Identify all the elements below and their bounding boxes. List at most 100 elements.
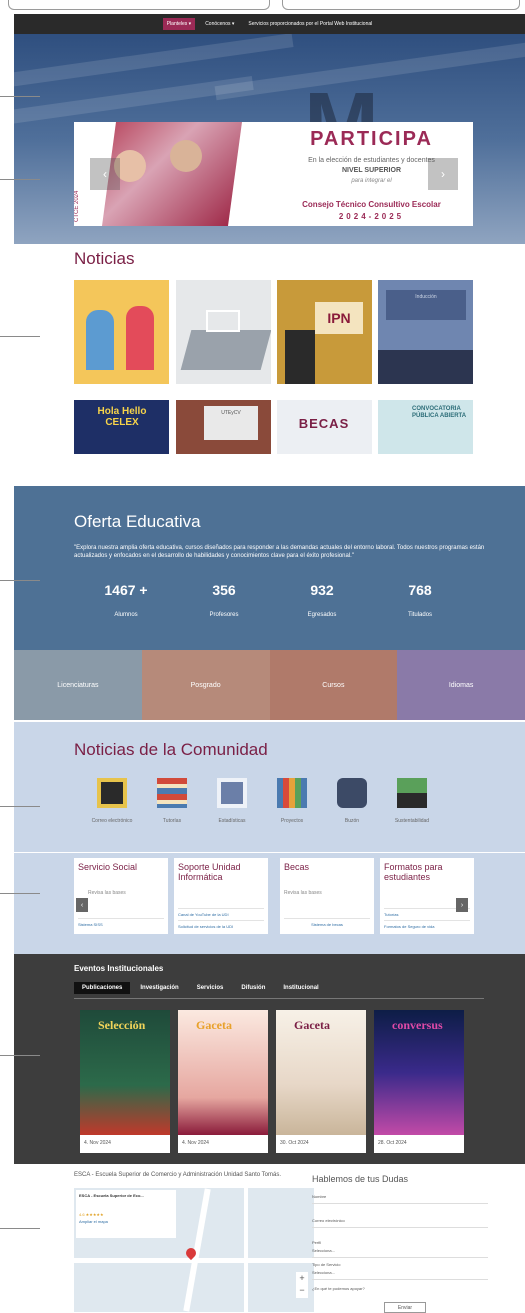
card-title: Becas — [284, 862, 310, 872]
carousel-next-button[interactable]: › — [428, 158, 458, 190]
stat-number: 932 — [310, 582, 334, 598]
news-thumb[interactable]: Hola Hello CELEX — [74, 400, 169, 454]
ipn-label: IPN — [315, 302, 363, 334]
eventos-tabs: Publicaciones Investigación Servicios Di… — [74, 982, 327, 994]
card-formatos[interactable]: Formatos para estudiantes Tutorías Forma… — [380, 858, 474, 934]
event-date: 4. Nov 2024 — [182, 1140, 209, 1146]
icon-buzon[interactable]: Buzón — [322, 778, 382, 824]
event-card[interactable]: Selección 4. Nov 2024 — [80, 1010, 170, 1153]
tab-difusion[interactable]: Difusión — [233, 982, 273, 994]
icon-proyectos[interactable]: Proyectos — [262, 778, 322, 824]
hero-banner[interactable]: CTCE 2024 PARTICIPA En la elección de es… — [74, 122, 473, 226]
event-date: 28. Oct 2024 — [378, 1140, 407, 1146]
field-label: Perfil — [312, 1240, 322, 1245]
convocatoria-label: CONVOCATORIA PÚBLICA ABIERTA — [412, 406, 467, 419]
nav-planteles[interactable]: Planteles ▾ — [162, 18, 196, 30]
map-zoom-controls[interactable]: + − — [296, 1272, 308, 1298]
card-title: Formatos para estudiantes — [384, 862, 443, 882]
divider — [14, 852, 525, 853]
card-link[interactable]: Sistema SISS — [78, 918, 164, 927]
map-info-title: ESCA - Escuela Superior de Eco... — [79, 1193, 144, 1198]
tab-investigacion[interactable]: Investigación — [132, 982, 186, 994]
celex-label: Hola Hello CELEX — [97, 406, 147, 428]
carousel-prev-button[interactable]: ‹ — [90, 158, 120, 190]
guide-line — [0, 806, 40, 807]
comunidad-title: Noticias de la Comunidad — [74, 740, 268, 759]
card-title: Soporte Unidad Informática — [178, 862, 241, 882]
utey-label: UTEyCV — [204, 406, 258, 440]
map-link[interactable]: Ampliar el mapa — [79, 1219, 173, 1224]
card-sub: Revisa las bases — [284, 890, 322, 896]
category-cursos[interactable]: Cursos — [269, 650, 398, 720]
card-soporte[interactable]: Soporte Unidad Informática Canal de YouT… — [174, 858, 268, 934]
guide-line — [0, 1228, 40, 1229]
news-thumb[interactable]: BECAS — [277, 400, 372, 454]
tipo-servicio-select[interactable]: Tipo de Servicio Selecciona... — [312, 1262, 488, 1280]
footer-section: ESCA - Escuela Superior de Comercio y Ad… — [14, 1164, 525, 1313]
tab-institucional[interactable]: Institucional — [275, 982, 326, 994]
guide-line — [0, 580, 40, 581]
cards-next-button[interactable]: › — [456, 898, 468, 912]
card-link[interactable]: Canal de YouTube de la UDI — [178, 908, 264, 917]
icon-estadisticas[interactable]: Estadísticas — [202, 778, 262, 824]
icon-correo[interactable]: Correo electrónico — [82, 778, 142, 824]
card-link[interactable]: Solicitud de servicios de la UDI — [178, 920, 264, 929]
event-card[interactable]: conversus 28. Oct 2024 — [374, 1010, 464, 1153]
oferta-title: Oferta Educativa — [74, 512, 201, 531]
stat-label: Alumnos — [114, 612, 138, 618]
event-card[interactable]: Gaceta 30. Oct 2024 — [276, 1010, 366, 1153]
perfil-select[interactable]: Perfil Selecciona... — [312, 1240, 488, 1258]
banner-title: PARTICIPA — [310, 128, 433, 150]
stat-number: 356 — [212, 582, 236, 598]
top-frame — [0, 0, 525, 14]
category-idiomas[interactable]: Idiomas — [397, 650, 525, 720]
news-thumb[interactable] — [74, 280, 169, 384]
news-thumb[interactable] — [176, 280, 271, 384]
student-photo — [170, 140, 202, 172]
cards-prev-button[interactable]: ‹ — [76, 898, 88, 912]
stat-alumnos: 1467 + Alumnos — [76, 582, 176, 618]
news-thumb[interactable]: IPN — [277, 280, 372, 384]
category-posgrado[interactable]: Posgrado — [141, 650, 270, 720]
top-nav: Planteles ▾ Conócenos ▾ Servicios propor… — [14, 14, 525, 34]
event-date: 30. Oct 2024 — [280, 1140, 309, 1146]
guide-line — [0, 179, 40, 180]
message-field[interactable]: ¿En qué te podemos apoyar? — [312, 1286, 488, 1295]
stat-titulados: 768 Titulados — [370, 582, 470, 618]
name-field[interactable]: Nombre — [312, 1194, 488, 1204]
event-cover-title: Selección — [98, 1018, 146, 1032]
category-licenciaturas[interactable]: Licenciaturas — [14, 650, 142, 720]
card-link[interactable]: Sistema de becas — [284, 918, 370, 927]
card-title: Servicio Social — [78, 862, 138, 872]
card-becas[interactable]: Becas Revisa las bases Sistema de becas — [280, 858, 374, 934]
card-servicio-social[interactable]: Servicio Social Revisa las bases Sistema… — [74, 858, 168, 934]
event-cover-title: Gaceta — [294, 1018, 330, 1032]
banner-line: 2024-2025 — [338, 212, 405, 221]
event-card[interactable]: Gaceta 4. Nov 2024 — [178, 1010, 268, 1153]
tab-servicios[interactable]: Servicios — [189, 982, 232, 994]
event-cover-title: Gaceta — [196, 1018, 232, 1032]
email-field[interactable]: Correo electrónico — [312, 1218, 488, 1228]
oferta-section: Oferta Educativa "Explora nuestra amplia… — [14, 486, 525, 650]
news-thumb[interactable]: Inducción — [378, 280, 473, 384]
stat-label: Egresados — [307, 612, 337, 618]
tab-publicaciones[interactable]: Publicaciones — [74, 982, 131, 994]
submit-button[interactable]: Enviar — [384, 1302, 426, 1313]
nav-conocenos[interactable]: Conócenos ▾ — [201, 18, 238, 30]
noticias-title: Noticias — [74, 249, 135, 268]
stat-profesores: 356 Profesores — [174, 582, 274, 618]
banner-line: Consejo Técnico Consultivo Escolar — [302, 200, 441, 209]
nav-servicios[interactable]: Servicios proporcionados por el Portal W… — [244, 18, 376, 30]
map-info-card: ESCA - Escuela Superior de Eco... 4.6 ★★… — [76, 1190, 176, 1238]
icon-sustentabilidad[interactable]: Sustentabilidad — [382, 778, 442, 824]
news-thumb[interactable]: CONVOCATORIA PÚBLICA ABIERTA — [378, 400, 473, 454]
map[interactable]: ESCA - Escuela Superior de Eco... 4.6 ★★… — [74, 1188, 314, 1312]
select-value: Selecciona... — [312, 1248, 335, 1253]
stat-egresados: 932 Egresados — [272, 582, 372, 618]
card-link[interactable]: Formatos de Seguro de vida — [384, 920, 470, 929]
event-cover-title: conversus — [392, 1018, 443, 1032]
news-thumb[interactable]: UTEyCV — [176, 400, 271, 454]
icon-tutorias[interactable]: Tutorías — [142, 778, 202, 824]
tab-underline — [74, 998, 484, 999]
icon-label: Tutorías — [162, 818, 182, 824]
